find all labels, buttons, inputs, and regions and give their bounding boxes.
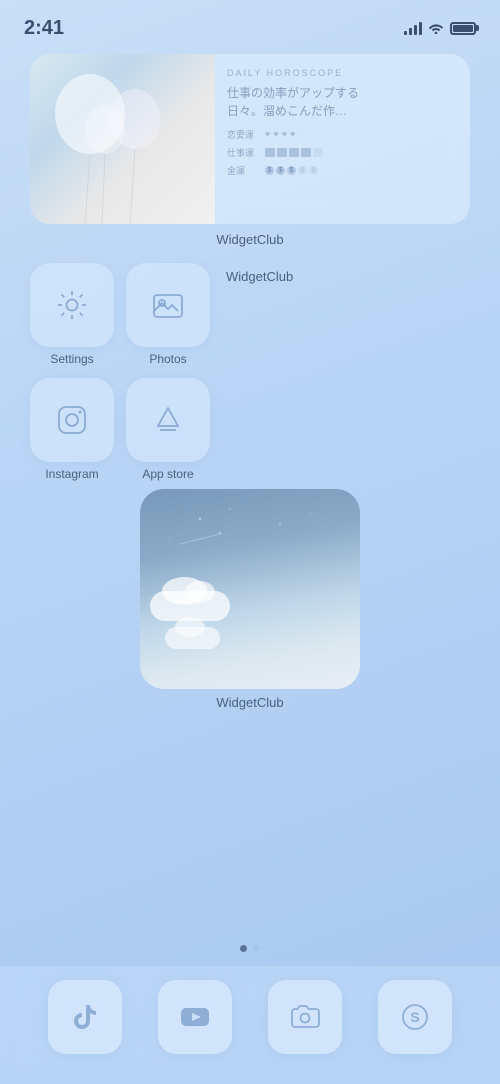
instagram-app-label: Instagram <box>45 467 98 481</box>
wifi-icon <box>428 22 444 34</box>
page-dot-inactive <box>253 945 260 952</box>
gear-icon <box>54 287 90 323</box>
dock-safari[interactable]: S <box>378 980 452 1054</box>
youtube-icon <box>179 1001 211 1033</box>
settings-app-label: Settings <box>50 352 93 366</box>
dock-youtube[interactable] <box>158 980 232 1054</box>
sky-widget-wrapper: WidgetClub <box>30 489 470 710</box>
instagram-app-icon[interactable] <box>30 378 114 462</box>
cloud-group <box>150 591 230 649</box>
appstore-icon <box>150 402 186 438</box>
main-content: DAILY HOROSCOPE 仕事の効率がアップする日々。溜めこんだ作… 恋愛… <box>0 44 500 710</box>
app-instagram-wrapper: Instagram <box>30 378 114 481</box>
sky-widget-label: WidgetClub <box>216 695 283 710</box>
sky-widget[interactable] <box>140 489 360 689</box>
settings-app-icon[interactable] <box>30 263 114 347</box>
water-widget-wrapper: WidgetClub <box>226 263 293 284</box>
svg-text:S: S <box>410 1009 419 1025</box>
widget1-label: WidgetClub <box>30 232 470 247</box>
status-icons <box>404 21 476 35</box>
dock: S <box>0 966 500 1084</box>
bottom-section: S <box>0 945 500 1084</box>
app-photos-wrapper: Photos <box>126 263 210 366</box>
appstore-app-label: App store <box>142 467 193 481</box>
horoscope-rows: 恋愛運 ♥ ♥ ♥ ♥ ♡ 仕事運 <box>227 128 456 177</box>
appstore-app-icon[interactable] <box>126 378 210 462</box>
photos-app-label: Photos <box>149 352 186 366</box>
tiktok-icon <box>69 1001 101 1033</box>
battery-icon <box>450 22 476 35</box>
status-time: 2:41 <box>24 17 64 40</box>
dock-tiktok[interactable] <box>48 980 122 1054</box>
page-dot-active <box>240 945 247 952</box>
horoscope-money-row: 金運 $ $ $ $ $ <box>227 164 456 177</box>
horoscope-text: DAILY HOROSCOPE 仕事の効率がアップする日々。溜めこんだ作… 恋愛… <box>215 54 470 224</box>
instagram-icon <box>54 402 90 438</box>
signal-icon <box>404 21 422 35</box>
app-appstore-wrapper: App store <box>126 378 210 481</box>
horoscope-widget[interactable]: DAILY HOROSCOPE 仕事の効率がアップする日々。溜めこんだ作… 恋愛… <box>30 54 470 224</box>
app-grid: Settings Photos <box>30 263 210 481</box>
camera-icon <box>289 1001 321 1033</box>
horoscope-love-row: 恋愛運 ♥ ♥ ♥ ♥ ♡ <box>227 128 456 141</box>
safari-icon: S <box>399 1001 431 1033</box>
status-bar: 2:41 <box>0 0 500 44</box>
water-widget-label: WidgetClub <box>226 269 293 284</box>
dock-camera[interactable] <box>268 980 342 1054</box>
app-settings-wrapper: Settings <box>30 263 114 366</box>
app-grid-section: Settings Photos <box>30 263 470 481</box>
photo-icon <box>150 287 186 323</box>
horoscope-body: 仕事の効率がアップする日々。溜めこんだ作… <box>227 84 456 120</box>
page-dots <box>240 945 260 952</box>
horoscope-title: DAILY HOROSCOPE <box>227 68 456 78</box>
photos-app-icon[interactable] <box>126 263 210 347</box>
horoscope-image <box>30 54 215 224</box>
horoscope-work-row: 仕事運 <box>227 146 456 159</box>
